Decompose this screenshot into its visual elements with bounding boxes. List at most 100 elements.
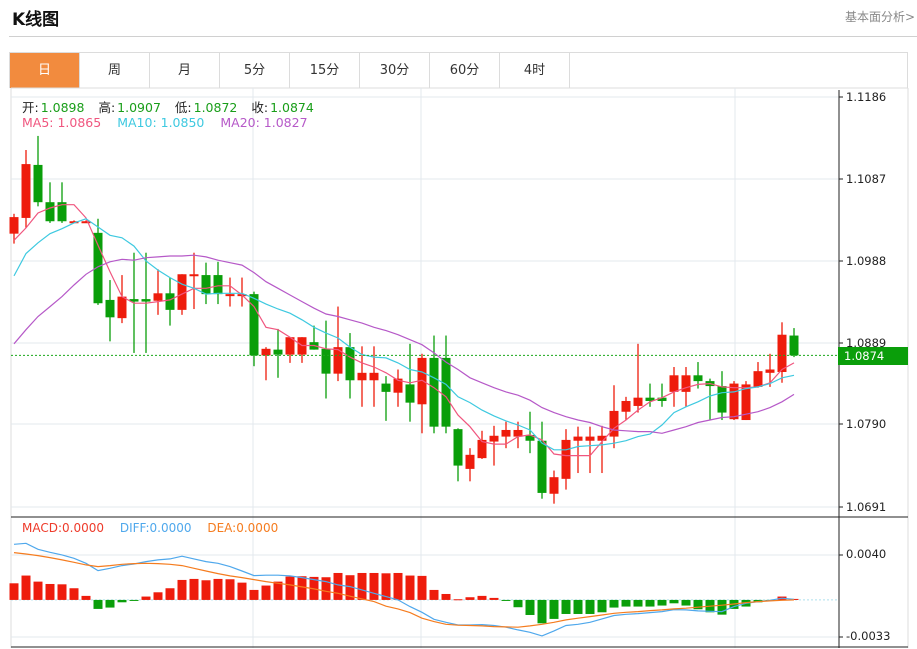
macd-bar-positive: [285, 576, 295, 600]
macd-bar-positive: [261, 585, 271, 600]
dea-line: [13, 552, 795, 628]
candle-up: [621, 400, 631, 412]
macd-bar-negative: [525, 599, 535, 615]
candle-up: [21, 164, 31, 218]
candle-down: [405, 384, 415, 403]
macd-bar-positive: [225, 579, 235, 600]
candle-up: [585, 436, 595, 441]
macd-bar-negative: [633, 599, 643, 607]
ohlc-legend: 开: 1.0898 高: 1.0907 低: 1.0872 收: 1.0874: [22, 97, 324, 116]
macd-bar-negative: [561, 599, 571, 614]
macd-bar-negative: [93, 599, 103, 609]
low-label: 低:: [174, 100, 192, 115]
candle-down: [213, 275, 223, 295]
candle-up: [117, 296, 127, 319]
candle-up: [465, 454, 475, 469]
macd-bar-positive: [237, 582, 247, 600]
macd-bar-positive: [177, 579, 187, 600]
ma-legend: MA5: 1.0865 MA10: 1.0850 MA20: 1.0827: [22, 115, 310, 130]
macd-bar-positive: [369, 572, 379, 600]
candle-down: [33, 164, 43, 203]
candle-up: [765, 369, 775, 373]
ma10-value: MA10: 1.0850: [117, 115, 205, 130]
macd-bar-positive: [441, 593, 451, 600]
candle-down: [789, 335, 799, 356]
macd-bar-negative: [501, 599, 511, 601]
macd-bar-negative: [573, 599, 583, 614]
macd-value: MACD:0.0000: [22, 521, 105, 535]
candle-down: [441, 357, 451, 427]
candle-up: [189, 274, 199, 277]
high-value: 1.0907: [117, 100, 161, 115]
candle-up: [729, 383, 739, 420]
macd-bar-negative: [129, 599, 139, 601]
candle-up: [561, 439, 571, 479]
macd-bar-negative: [513, 599, 523, 608]
price-tick: 1.0988: [846, 254, 887, 268]
candle-up: [501, 429, 511, 437]
candle-up: [777, 334, 787, 372]
diff-line: [13, 542, 795, 637]
open-value: 1.0898: [40, 100, 85, 115]
candle-up: [549, 477, 559, 494]
macd-bar-positive: [393, 572, 403, 600]
macd-bar-negative: [585, 599, 595, 614]
candle-up: [669, 375, 679, 392]
macd-bar-positive: [189, 578, 199, 600]
macd-bar-positive: [33, 581, 43, 600]
macd-bar-positive: [273, 581, 283, 600]
candle-down: [717, 386, 727, 413]
macd-bar-positive: [453, 599, 463, 601]
macd-tick: 0.0040: [846, 547, 887, 561]
macd-bar-negative: [597, 599, 607, 613]
macd-bar-positive: [201, 580, 211, 600]
ma5-line: [13, 204, 795, 457]
macd-bar-positive: [141, 596, 151, 600]
macd-bar-negative: [105, 599, 115, 608]
open-label: 开:: [22, 100, 39, 115]
candle-up: [261, 348, 271, 356]
macd-bar-positive: [429, 589, 439, 600]
macd-bar-positive: [21, 575, 31, 600]
macd-bar-positive: [297, 576, 307, 600]
macd-bar-positive: [333, 572, 343, 600]
candle-up: [753, 371, 763, 387]
macd-bar-negative: [609, 599, 619, 608]
macd-bar-positive: [489, 597, 499, 600]
price-tick: 1.0691: [846, 500, 887, 514]
ma10-line: [13, 218, 795, 451]
candle-down: [321, 348, 331, 374]
current-price-tag: 1.0874: [838, 347, 908, 365]
ma5-value: MA5: 1.0865: [22, 115, 102, 130]
price-tick: 1.1186: [846, 90, 887, 104]
candle-up: [609, 410, 619, 437]
candle-down: [453, 429, 463, 466]
candle-down: [93, 232, 103, 304]
macd-bar-positive: [417, 575, 427, 600]
close-value: 1.0874: [270, 100, 314, 115]
candle-up: [369, 372, 379, 381]
macd-bar-positive: [405, 575, 415, 600]
candle-up: [9, 217, 19, 234]
candle-up: [357, 372, 367, 381]
macd-bar-positive: [477, 595, 487, 600]
candle-up: [225, 294, 235, 297]
price-tick: 1.0790: [846, 417, 887, 431]
candle-up: [633, 397, 643, 406]
macd-bar-positive: [357, 572, 367, 600]
macd-bar-positive: [165, 588, 175, 600]
macd-bar-positive: [81, 595, 91, 600]
macd-bar-positive: [249, 589, 259, 600]
candle-down: [429, 357, 439, 427]
macd-bar-negative: [117, 599, 127, 603]
macd-bar-positive: [9, 583, 19, 600]
macd-bar-positive: [153, 592, 163, 600]
macd-bar-negative: [681, 599, 691, 606]
candle-down: [105, 299, 115, 318]
low-value: 1.0872: [193, 100, 238, 115]
close-label: 收:: [251, 100, 269, 115]
candle-up: [573, 436, 583, 441]
candle-down: [381, 383, 391, 392]
macd-bar-negative: [621, 599, 631, 607]
candle-up: [153, 293, 163, 301]
